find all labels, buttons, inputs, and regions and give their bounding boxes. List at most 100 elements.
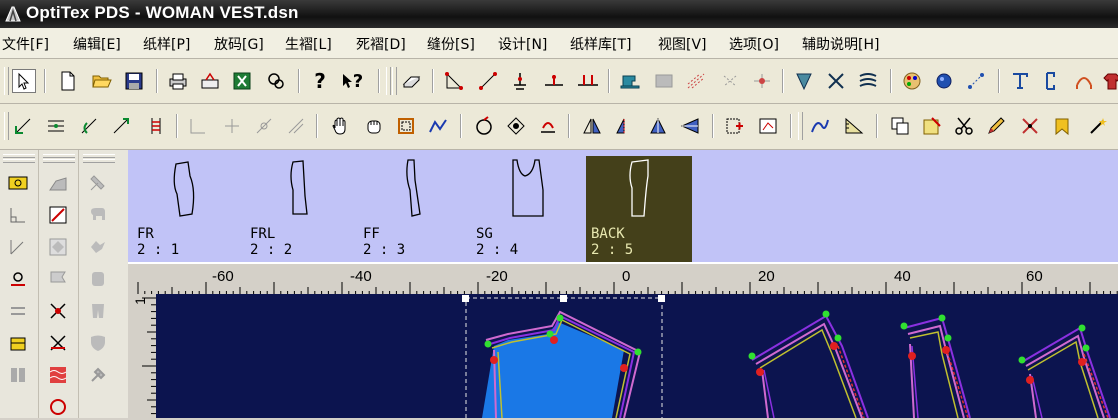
tool-disabled-4[interactable] xyxy=(85,266,111,292)
zoom-window-button[interactable] xyxy=(394,114,418,138)
diagonal-line-button[interactable] xyxy=(476,69,500,93)
new-file-button[interactable] xyxy=(56,69,80,93)
menu-edit[interactable]: 编辑[E] xyxy=(73,34,121,54)
piece-thumbnail[interactable]: FR 2 : 1 xyxy=(132,156,238,262)
notch-button[interactable] xyxy=(472,114,496,138)
curve-button[interactable] xyxy=(1072,69,1096,93)
nest-button[interactable] xyxy=(750,69,774,93)
circle-tool[interactable] xyxy=(45,394,71,420)
menu-dart[interactable]: 死褶[D] xyxy=(356,34,406,54)
piece-thumbnail[interactable]: FRL 2 : 2 xyxy=(245,156,351,262)
unfold-button[interactable] xyxy=(646,114,670,138)
cut-button[interactable] xyxy=(952,114,976,138)
cut-piece-tool[interactable] xyxy=(5,362,31,388)
menu-pleat[interactable]: 生褶[L] xyxy=(285,34,332,54)
tool-disabled-1[interactable] xyxy=(85,170,111,196)
slash-button[interactable] xyxy=(1018,114,1042,138)
bookmark-button[interactable] xyxy=(1050,114,1074,138)
open-file-button[interactable] xyxy=(90,69,114,93)
grading-table-button[interactable] xyxy=(718,69,742,93)
drawing-canvas[interactable] xyxy=(156,294,1118,418)
help-button[interactable]: ? xyxy=(308,69,332,93)
grainline-button[interactable] xyxy=(1040,69,1064,93)
magic-button[interactable] xyxy=(1086,114,1110,138)
split-point-button[interactable] xyxy=(576,69,600,93)
right-angle-tool[interactable] xyxy=(5,202,31,228)
grab-button[interactable] xyxy=(362,114,386,138)
grade-rotate-button[interactable] xyxy=(252,114,276,138)
slide-point-button[interactable] xyxy=(110,114,134,138)
drill-button[interactable] xyxy=(504,114,528,138)
select-pointer-button[interactable] xyxy=(12,69,36,93)
piece-fill-button[interactable] xyxy=(652,69,676,93)
fold-button[interactable] xyxy=(612,114,636,138)
menu-help[interactable]: 辅助说明[H] xyxy=(802,34,879,54)
sphere-button[interactable] xyxy=(932,69,956,93)
pan-button[interactable] xyxy=(328,114,352,138)
move-point-button[interactable] xyxy=(12,114,36,138)
piece-thumbnail[interactable]: FF 2 : 3 xyxy=(358,156,464,262)
cross-tool[interactable] xyxy=(45,298,71,324)
menu-seam[interactable]: 缝份[S] xyxy=(427,34,475,54)
menu-design[interactable]: 设计[N] xyxy=(498,34,547,54)
measure-tool[interactable] xyxy=(45,202,71,228)
print-button[interactable] xyxy=(166,69,190,93)
fullness-button[interactable] xyxy=(856,69,880,93)
text-button[interactable] xyxy=(1008,69,1032,93)
dart-button[interactable] xyxy=(792,69,816,93)
buttonhole-button[interactable] xyxy=(536,114,560,138)
line-angle-button[interactable] xyxy=(442,69,466,93)
grade-copy-button[interactable] xyxy=(284,114,308,138)
pattern-grid-button[interactable] xyxy=(684,69,708,93)
shape-tool[interactable] xyxy=(45,170,71,196)
mirror-button[interactable] xyxy=(580,114,604,138)
add-piece-button[interactable] xyxy=(722,114,746,138)
tool-disabled-6[interactable] xyxy=(85,330,111,356)
pleat-button[interactable] xyxy=(824,69,848,93)
tool-disabled-3[interactable] xyxy=(85,234,111,260)
piece-info-button[interactable] xyxy=(756,114,780,138)
menu-file[interactable]: 文件[F] xyxy=(2,34,49,54)
save-file-button[interactable] xyxy=(122,69,146,93)
menu-pattern-library[interactable]: 纸样库[T] xyxy=(570,34,631,54)
wave-tool[interactable] xyxy=(45,362,71,388)
eraser-button[interactable] xyxy=(400,69,424,93)
clothing-button[interactable] xyxy=(1100,69,1118,93)
sewing-button[interactable] xyxy=(618,69,642,93)
measure-button[interactable] xyxy=(264,69,288,93)
toolbar-grip[interactable] xyxy=(4,112,9,140)
pattern-fill-tool[interactable] xyxy=(45,234,71,260)
rotate-point-button[interactable] xyxy=(78,114,102,138)
import-button[interactable] xyxy=(920,114,944,138)
ruler-triangle-button[interactable] xyxy=(842,114,866,138)
grade-y-button[interactable] xyxy=(220,114,244,138)
add-point-button[interactable] xyxy=(542,69,566,93)
toolbar-grip[interactable] xyxy=(392,67,397,95)
menu-pattern[interactable]: 纸样[P] xyxy=(143,34,190,54)
menu-view[interactable]: 视图[V] xyxy=(658,34,707,54)
plot-button[interactable] xyxy=(198,69,222,93)
tool-disabled-2[interactable] xyxy=(85,202,111,228)
grade-x-button[interactable] xyxy=(186,114,210,138)
menu-options[interactable]: 选项[O] xyxy=(729,34,779,54)
toolbar-grip[interactable] xyxy=(386,67,391,95)
pencil-button[interactable] xyxy=(984,114,1008,138)
point-button[interactable] xyxy=(508,69,532,93)
delete-point-tool[interactable] xyxy=(45,330,71,356)
adjust-point-button[interactable] xyxy=(44,114,68,138)
palette-button[interactable] xyxy=(900,69,924,93)
join-button[interactable] xyxy=(808,114,832,138)
parallel-tool[interactable] xyxy=(5,298,31,324)
stack-button[interactable] xyxy=(144,114,168,138)
tool-disabled-7[interactable] xyxy=(85,362,111,388)
flag-tool[interactable] xyxy=(45,266,71,292)
connect-points-button[interactable] xyxy=(964,69,988,93)
anchor-tool[interactable] xyxy=(5,266,31,292)
menu-grade[interactable]: 放码[G] xyxy=(214,34,264,54)
piece-thumbnail-selected[interactable]: BACK 2 : 5 xyxy=(586,156,692,262)
tool-disabled-5[interactable] xyxy=(85,298,111,324)
flip-button[interactable] xyxy=(678,114,702,138)
angle-tool[interactable] xyxy=(5,234,31,260)
piece-select-tool[interactable] xyxy=(5,170,31,196)
duplicate-button[interactable] xyxy=(888,114,912,138)
